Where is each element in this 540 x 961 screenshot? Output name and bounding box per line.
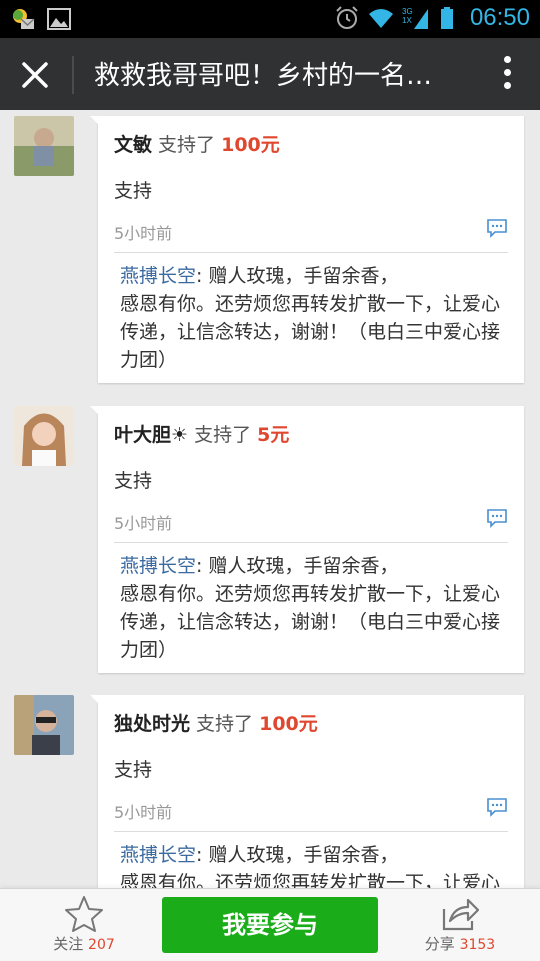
share-icon bbox=[442, 898, 480, 931]
share-label: 分享 bbox=[424, 935, 455, 953]
supporter-name[interactable]: 独处时光 bbox=[114, 713, 190, 735]
supporter-name[interactable]: 叶大胆☀ bbox=[114, 424, 188, 446]
nav-divider bbox=[72, 56, 74, 94]
reply-block: 燕搏长空: 赠人玫瑰，手留余香， 感恩有你。还劳烦您再转发扩散一下，让爱心传递，… bbox=[120, 262, 500, 374]
alarm-icon bbox=[336, 6, 358, 29]
wifi-icon bbox=[368, 9, 393, 28]
nav-bar: 救救我哥哥吧！乡村的一名… bbox=[0, 38, 540, 110]
reply-name[interactable]: 燕搏长空 bbox=[120, 844, 196, 866]
join-button[interactable]: 我要参与 bbox=[162, 897, 378, 953]
reply-block: 燕搏长空: 赠人玫瑰，手留余香， 感恩有你。还劳烦您再转发扩散一下，让爱心传递，… bbox=[120, 841, 500, 888]
comment-icon[interactable] bbox=[486, 797, 508, 817]
avatar[interactable] bbox=[14, 116, 74, 176]
support-header: 叶大胆☀ 支持了 5元 bbox=[114, 420, 289, 447]
reply-divider bbox=[114, 831, 508, 832]
support-time: 5小时前 bbox=[114, 514, 173, 533]
support-amount: 100元 bbox=[259, 713, 318, 735]
more-vert-icon[interactable] bbox=[502, 56, 512, 94]
supporter-name[interactable]: 文敏 bbox=[114, 134, 152, 156]
support-action: 支持了 bbox=[152, 134, 222, 156]
reply-name[interactable]: 燕搏长空 bbox=[120, 265, 196, 287]
support-action: 支持了 bbox=[188, 424, 258, 446]
weather-mail-icon bbox=[13, 9, 35, 29]
status-bar: 3G 1X 06:50 bbox=[0, 0, 540, 38]
support-amount: 5元 bbox=[257, 424, 290, 446]
reply-block: 燕搏长空: 赠人玫瑰，手留余香， 感恩有你。还劳烦您再转发扩散一下，让爱心传递，… bbox=[120, 552, 500, 664]
avatar[interactable] bbox=[14, 695, 74, 755]
support-card: 叶大胆☀ 支持了 5元 支持 5小时前 燕搏长空: 赠人玫瑰，手留余香， 感恩有… bbox=[90, 406, 524, 673]
signal-icon: 3G 1X bbox=[402, 7, 428, 29]
share-label-row: 分享 3153 bbox=[418, 933, 502, 954]
comment-icon[interactable] bbox=[486, 218, 508, 238]
battery-icon bbox=[440, 7, 453, 29]
share-button[interactable]: 分享 3153 bbox=[418, 895, 502, 957]
comment-icon[interactable] bbox=[486, 508, 508, 528]
star-icon bbox=[65, 896, 103, 932]
share-count: 3153 bbox=[459, 937, 496, 953]
reply-divider bbox=[114, 542, 508, 543]
status-time: 06:50 bbox=[469, 4, 530, 31]
gallery-icon bbox=[47, 8, 71, 30]
reply-name[interactable]: 燕搏长空 bbox=[120, 555, 196, 577]
bottom-action-bar: 关注 207 我要参与 分享 3153 bbox=[0, 888, 540, 961]
support-message: 支持 bbox=[114, 180, 153, 202]
support-card: 独处时光 支持了 100元 支持 5小时前 燕搏长空: 赠人玫瑰，手留余香， 感… bbox=[90, 695, 524, 888]
support-time: 5小时前 bbox=[114, 803, 173, 822]
support-action: 支持了 bbox=[190, 713, 260, 735]
support-amount: 100元 bbox=[221, 134, 280, 156]
page-title: 救救我哥哥吧！乡村的一名… bbox=[94, 61, 433, 91]
support-header: 独处时光 支持了 100元 bbox=[114, 709, 318, 736]
follow-button[interactable]: 关注 207 bbox=[44, 895, 124, 957]
support-card: 文敏 支持了 100元 支持 5小时前 燕搏长空: 赠人玫瑰，手留余香， 感恩有… bbox=[90, 116, 524, 383]
follow-count: 207 bbox=[88, 937, 115, 953]
support-header: 文敏 支持了 100元 bbox=[114, 130, 280, 157]
network-label: 3G bbox=[402, 7, 413, 16]
follow-label-row: 关注 207 bbox=[44, 933, 124, 954]
avatar[interactable] bbox=[14, 406, 74, 466]
support-message: 支持 bbox=[114, 470, 153, 492]
supporter-feed[interactable]: 文敏 支持了 100元 支持 5小时前 燕搏长空: 赠人玫瑰，手留余香， 感恩有… bbox=[0, 110, 540, 888]
network-sub-label: 1X bbox=[402, 16, 412, 25]
follow-label: 关注 bbox=[53, 935, 84, 953]
support-time: 5小时前 bbox=[114, 224, 173, 243]
reply-divider bbox=[114, 252, 508, 253]
support-message: 支持 bbox=[114, 759, 153, 781]
close-icon[interactable] bbox=[18, 58, 52, 92]
